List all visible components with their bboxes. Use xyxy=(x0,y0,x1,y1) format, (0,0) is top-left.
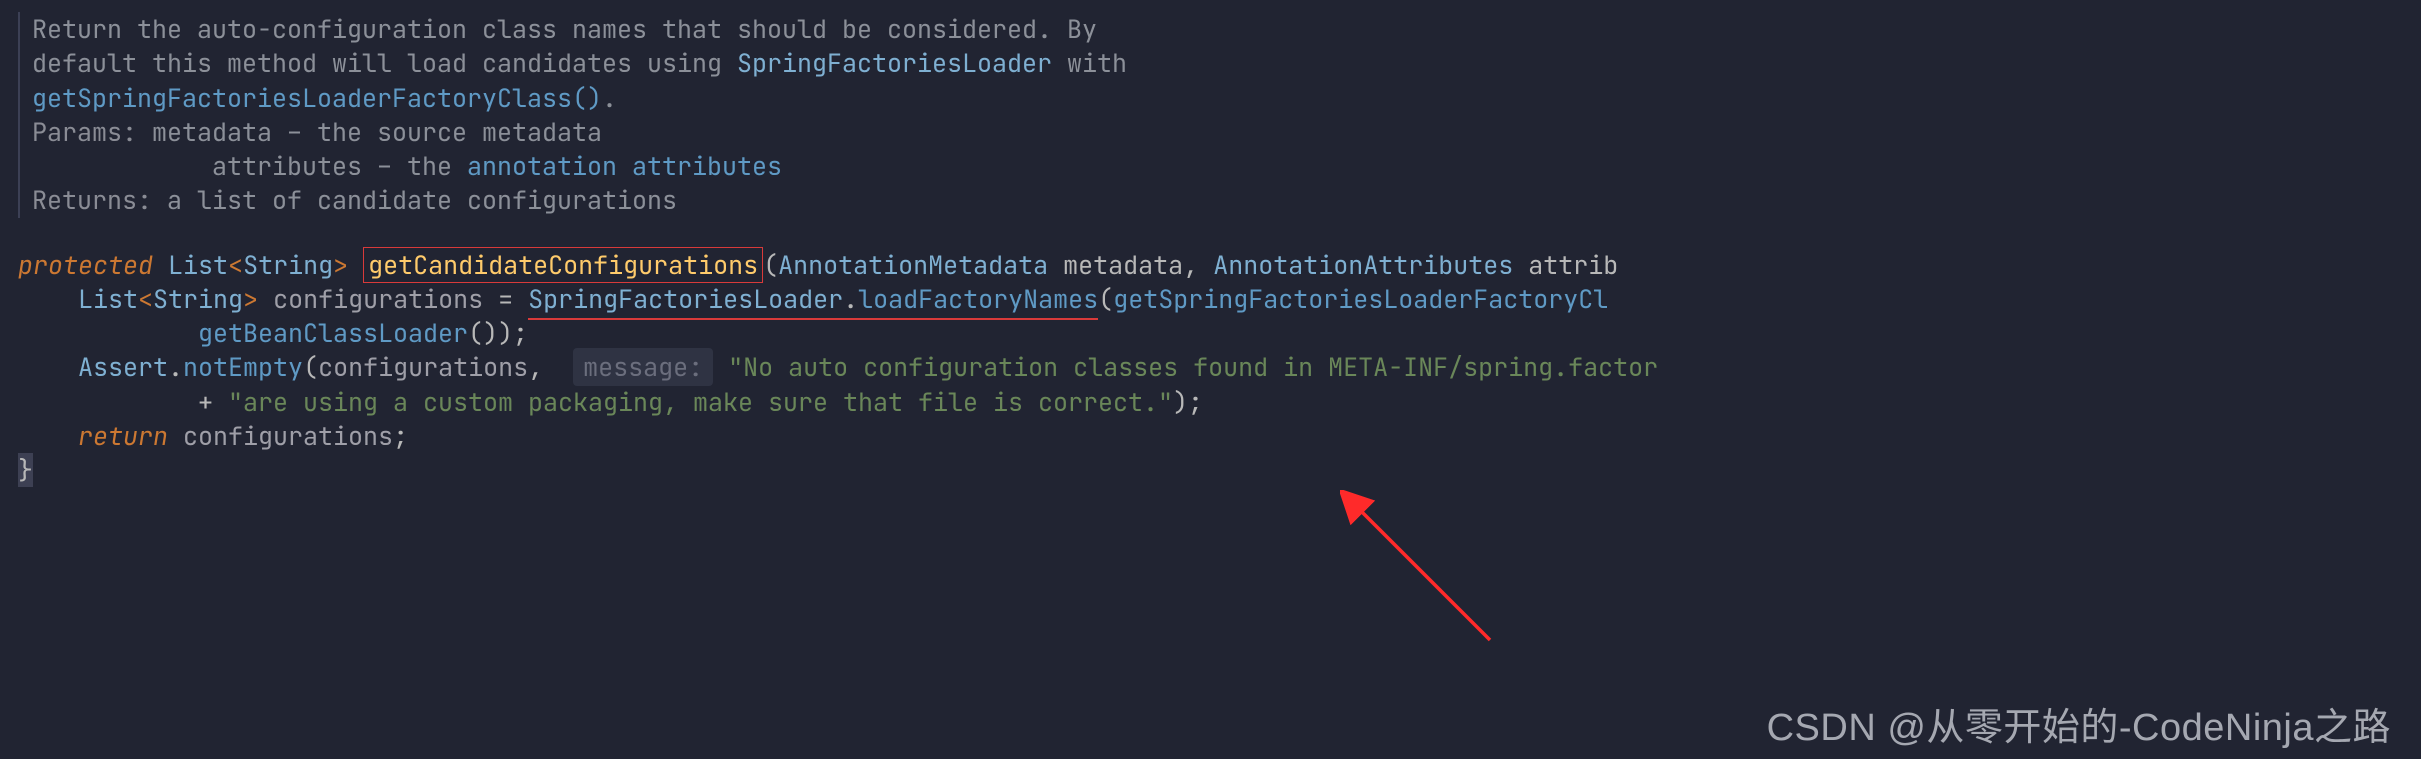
javadoc-block: Return the auto-configuration class name… xyxy=(18,12,2421,218)
doc-line: Return the auto-configuration class name… xyxy=(32,12,2421,46)
method-getCandidateConfigurations: getCandidateConfigurations xyxy=(363,247,763,283)
code-line[interactable]: + "are using a custom packaging, make su… xyxy=(18,385,2421,419)
doc-line: getSpringFactoriesLoaderFactoryClass(). xyxy=(32,81,2421,115)
code-line[interactable]: } xyxy=(18,453,2421,487)
doc-params: Params: metadata – the source metadata xyxy=(32,115,2421,149)
method-notEmpty: notEmpty xyxy=(183,350,303,384)
doc-line: default this method will load candidates… xyxy=(32,46,2421,80)
method-getBeanClassLoader: getBeanClassLoader xyxy=(198,316,468,350)
keyword-protected: protected xyxy=(18,248,153,282)
keyword-return: return xyxy=(78,419,168,453)
class-Assert: Assert xyxy=(78,350,168,384)
class-SpringFactoriesLoader: SpringFactoriesLoader xyxy=(528,282,843,316)
code-editor[interactable]: Return the auto-configuration class name… xyxy=(0,0,2421,487)
doc-returns: Returns: a list of candidate configurati… xyxy=(32,183,2421,217)
watermark: CSDN @从零开始的-CodeNinja之路 xyxy=(1767,696,2391,751)
doc-params: attributes – the annotation attributes xyxy=(32,149,2421,183)
code-line[interactable]: return configurations; xyxy=(18,419,2421,453)
string-literal: "No auto configuration classes found in … xyxy=(728,350,1658,384)
annotation-arrow-icon xyxy=(1340,490,1510,660)
param-hint: message: xyxy=(573,348,713,386)
code-line[interactable]: Assert.notEmpty(configurations, message:… xyxy=(18,350,2421,384)
method-ref: getSpringFactoriesLoaderFactoryClass() xyxy=(32,81,602,115)
method-loadFactoryNames: loadFactoryNames xyxy=(858,282,1098,316)
type-ref: SpringFactoriesLoader xyxy=(737,46,1052,80)
string-literal: "are using a custom packaging, make sure… xyxy=(228,385,1173,419)
code-line[interactable]: List<String> configurations = SpringFact… xyxy=(18,282,2421,316)
closing-brace: } xyxy=(18,453,33,487)
code-line[interactable]: getBeanClassLoader()); xyxy=(18,316,2421,350)
code-line[interactable]: protected List<String> getCandidateConfi… xyxy=(18,248,2421,282)
